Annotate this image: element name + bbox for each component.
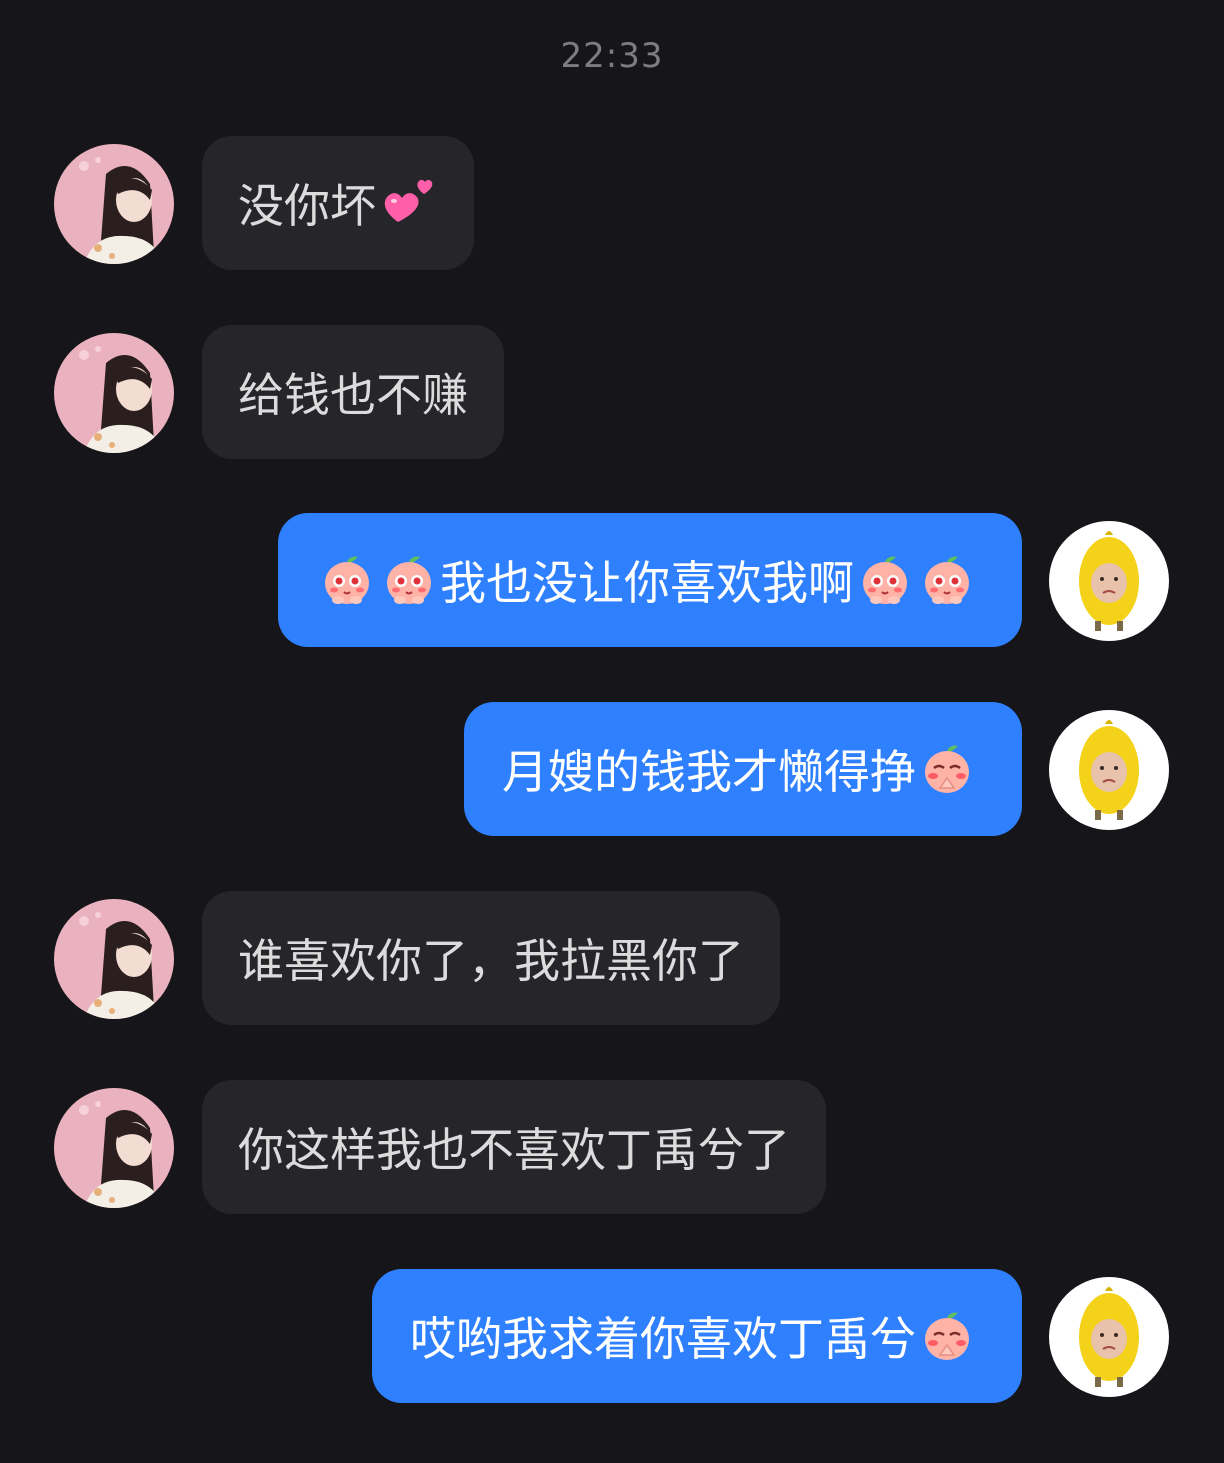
peach-pray-emoji-icon <box>918 740 976 798</box>
peach-blush-emoji-icon <box>318 551 376 609</box>
message-bubble[interactable]: 没你坏 <box>202 136 474 270</box>
message-bubble[interactable]: 哎哟我求着你喜欢丁禹兮 <box>372 1269 1022 1403</box>
contact-avatar[interactable] <box>54 899 174 1019</box>
message-bubble[interactable]: 月嫂的钱我才懒得挣 <box>464 702 1022 836</box>
lemon-head-avatar-icon <box>1049 1277 1169 1397</box>
contact-avatar[interactable] <box>54 1088 174 1208</box>
message-row: 哎哟我求着你喜欢丁禹兮 <box>0 1269 1224 1403</box>
my-avatar[interactable] <box>1049 521 1169 641</box>
message-bubble[interactable]: 我也没让你喜欢我啊 <box>278 513 1022 647</box>
message-row: 我也没让你喜欢我啊 <box>0 513 1224 647</box>
peach-blush-emoji-icon <box>856 551 914 609</box>
message-row: 给钱也不赚 <box>0 325 1224 459</box>
message-text: 我也没让你喜欢我啊 <box>440 556 854 610</box>
message-text: 给钱也不赚 <box>238 368 468 422</box>
timestamp: 22:33 <box>560 36 664 76</box>
lemon-head-avatar-icon <box>1049 521 1169 641</box>
girl-avatar-icon <box>54 144 174 264</box>
peach-pray-emoji-icon <box>918 1307 976 1365</box>
my-avatar[interactable] <box>1049 710 1169 830</box>
peach-blush-emoji-icon <box>918 551 976 609</box>
my-avatar[interactable] <box>1049 1277 1169 1397</box>
contact-avatar[interactable] <box>54 144 174 264</box>
contact-avatar[interactable] <box>54 333 174 453</box>
lemon-head-avatar-icon <box>1049 710 1169 830</box>
message-text: 哎哟我求着你喜欢丁禹兮 <box>410 1312 916 1366</box>
message-bubble[interactable]: 你这样我也不喜欢丁禹兮了 <box>202 1080 826 1214</box>
message-row: 没你坏 <box>0 136 1224 270</box>
message-bubble[interactable]: 给钱也不赚 <box>202 325 504 459</box>
message-text: 谁喜欢你了，我拉黑你了 <box>238 934 744 988</box>
message-text: 没你坏 <box>238 179 376 233</box>
two-hearts-icon <box>380 174 438 232</box>
message-bubble[interactable]: 谁喜欢你了，我拉黑你了 <box>202 891 780 1025</box>
message-row: 月嫂的钱我才懒得挣 <box>0 702 1224 836</box>
message-row: 你这样我也不喜欢丁禹兮了 <box>0 1080 1224 1214</box>
girl-avatar-icon <box>54 333 174 453</box>
girl-avatar-icon <box>54 1088 174 1208</box>
message-text: 月嫂的钱我才懒得挣 <box>502 745 916 799</box>
message-text: 你这样我也不喜欢丁禹兮了 <box>238 1123 790 1177</box>
message-row: 谁喜欢你了，我拉黑你了 <box>0 891 1224 1025</box>
peach-blush-emoji-icon <box>380 551 438 609</box>
girl-avatar-icon <box>54 899 174 1019</box>
